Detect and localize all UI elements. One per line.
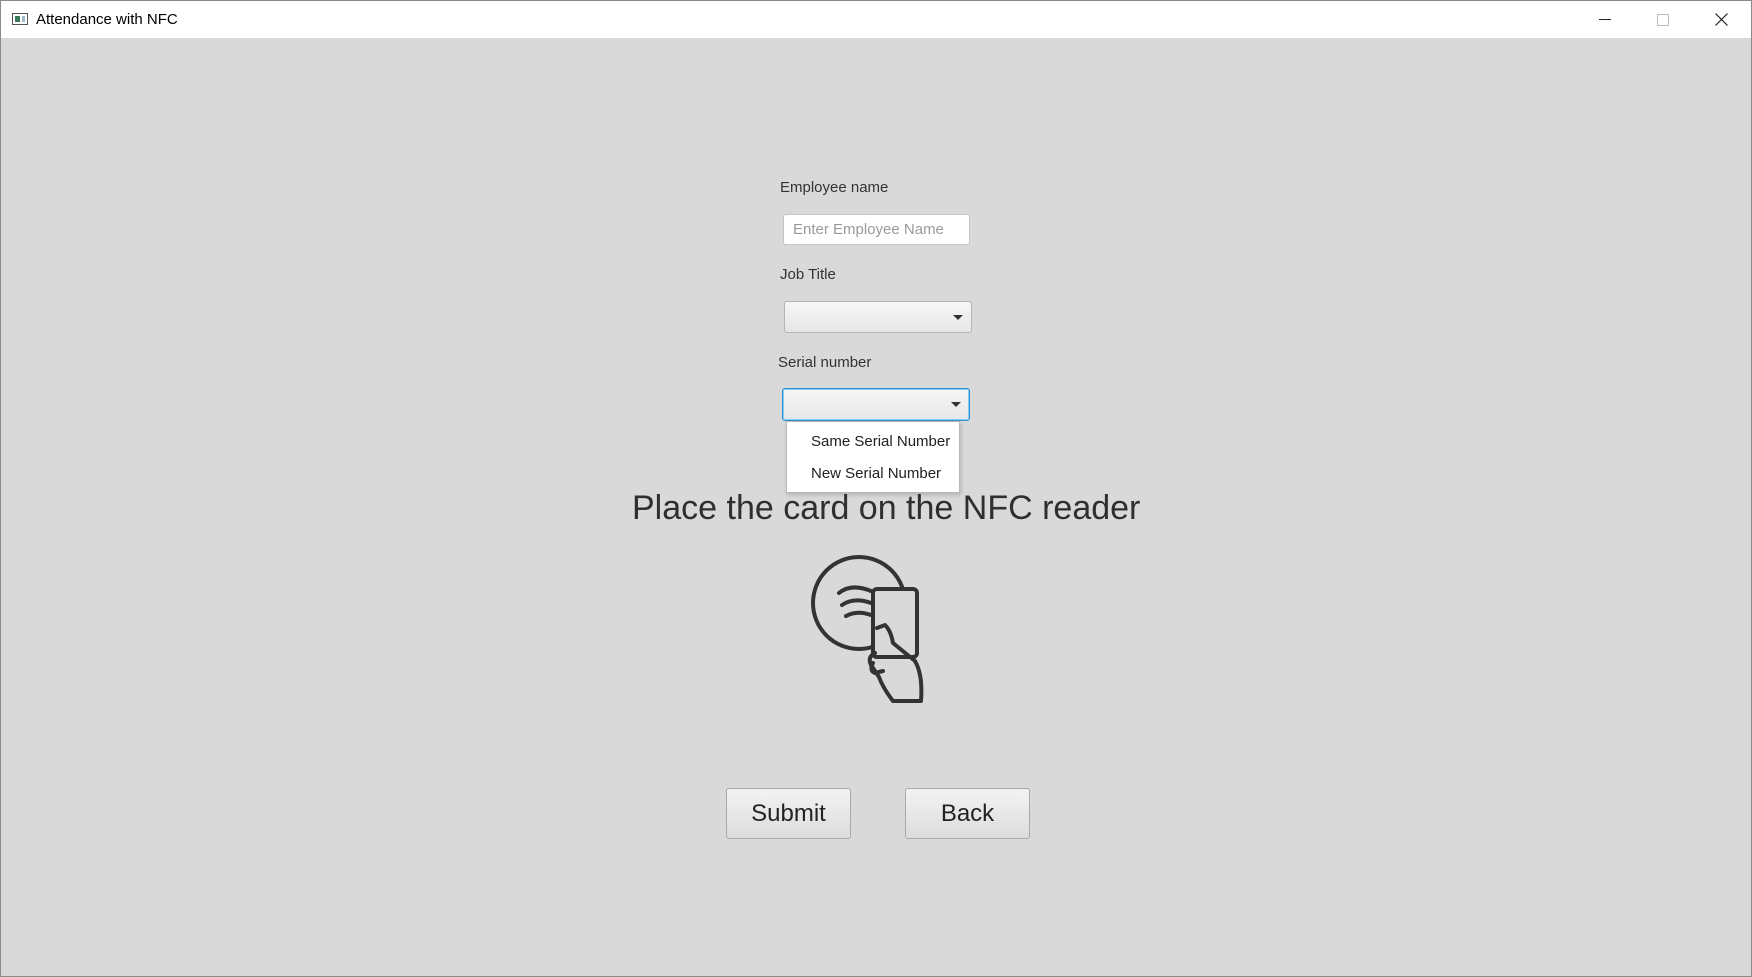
chevron-down-icon[interactable] <box>953 315 963 320</box>
nfc-tap-card-icon <box>811 555 924 703</box>
maximize-button[interactable] <box>1634 1 1692 38</box>
instruction-heading: Place the card on the NFC reader <box>632 489 1141 527</box>
job-title-select[interactable] <box>784 301 972 333</box>
app-window: Attendance with NFC Employee name Job Ti… <box>0 0 1752 977</box>
submit-button[interactable]: Submit <box>726 788 851 839</box>
dropdown-option-same-serial[interactable]: Same Serial Number <box>811 433 950 450</box>
title-bar[interactable]: Attendance with NFC <box>1 1 1751 38</box>
employee-name-input[interactable] <box>783 214 970 245</box>
minimize-button[interactable] <box>1576 1 1634 38</box>
back-button[interactable]: Back <box>905 788 1030 839</box>
close-button[interactable] <box>1692 1 1750 38</box>
chevron-down-icon[interactable] <box>951 402 961 407</box>
window-title: Attendance with NFC <box>36 11 178 28</box>
serial-number-label: Serial number <box>778 354 872 371</box>
close-icon <box>1715 13 1728 26</box>
app-window-icon <box>12 13 28 25</box>
serial-number-dropdown-list: Same Serial Number New Serial Number <box>786 421 960 493</box>
serial-number-select[interactable] <box>782 388 970 421</box>
job-title-label: Job Title <box>780 266 836 283</box>
employee-name-label: Employee name <box>780 179 889 196</box>
dropdown-option-new-serial[interactable]: New Serial Number <box>811 465 941 482</box>
